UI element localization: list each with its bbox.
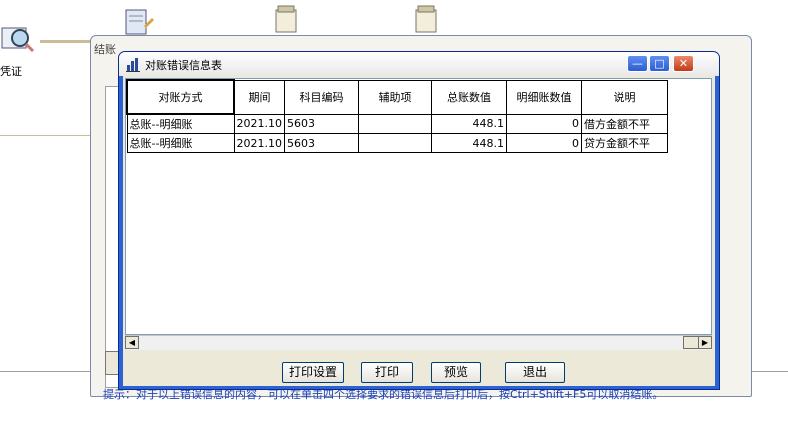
table-cell[interactable]: 448.1 <box>431 133 507 153</box>
table-cell[interactable]: 总账--明细账 <box>126 133 235 153</box>
window-client-area: 对账方式 期间 科目编码 辅助项 总账数值 明细账数值 说明 总账--明细账 2… <box>123 76 715 386</box>
scroll-left-icon[interactable]: ◀ <box>125 336 139 349</box>
voucher-desktop-label: 凭证 <box>0 65 22 78</box>
table-cell[interactable]: 2021.10 <box>233 113 285 134</box>
error-grid[interactable]: 对账方式 期间 科目编码 辅助项 总账数值 明细账数值 说明 总账--明细账 2… <box>125 78 712 335</box>
desktop-baseline <box>0 371 92 372</box>
column-header[interactable]: 总账数值 <box>431 79 507 115</box>
column-header[interactable]: 说明 <box>581 79 668 115</box>
table-cell[interactable]: 448.1 <box>431 113 507 134</box>
voucher-desktop-icon[interactable] <box>0 22 36 52</box>
print-button[interactable]: 打印 <box>361 362 413 383</box>
exit-button[interactable]: 退出 <box>505 362 565 383</box>
header-row: 对账方式 期间 科目编码 辅助项 总账数值 明细账数值 说明 <box>126 79 668 115</box>
table-row[interactable]: 总账--明细账 2021.10 5603 448.1 0 借方金额不平 <box>126 113 668 134</box>
column-header[interactable]: 对账方式 <box>126 79 235 115</box>
archive-desktop-icon[interactable] <box>408 4 444 34</box>
table-cell[interactable]: 0 <box>506 113 582 134</box>
table-cell[interactable]: 贷方金额不平 <box>581 133 668 153</box>
scroll-right-icon[interactable]: ▶ <box>698 336 712 349</box>
closing-dialog-title: 结账 <box>94 43 116 56</box>
print-setup-button[interactable]: 打印设置 <box>282 362 344 383</box>
table-cell[interactable] <box>358 113 432 134</box>
maximize-button[interactable]: □ <box>649 55 670 72</box>
table-cell[interactable]: 2021.10 <box>233 133 285 153</box>
desktop-divider <box>40 40 92 43</box>
column-header[interactable]: 辅助项 <box>358 79 432 115</box>
horizontal-scrollbar[interactable]: ◀ ▶ <box>125 335 712 350</box>
close-button[interactable]: ✕ <box>673 55 694 72</box>
column-header[interactable]: 期间 <box>233 79 285 115</box>
table-cell[interactable]: 5603 <box>284 133 359 153</box>
scroll-thumb[interactable] <box>683 336 699 349</box>
ledger-desktop-icon[interactable] <box>120 6 156 36</box>
chart-icon <box>126 58 140 72</box>
column-header[interactable]: 科目编码 <box>284 79 359 115</box>
desktop-divider-left <box>0 135 92 136</box>
error-table: 对账方式 期间 科目编码 辅助项 总账数值 明细账数值 说明 总账--明细账 2… <box>126 79 668 153</box>
reconciliation-error-window: 对账错误信息表 — □ ✕ 对账方式 期间 科目编码 辅助项 总账数值 明细账数… <box>118 51 720 390</box>
table-cell[interactable]: 5603 <box>284 113 359 134</box>
column-header[interactable]: 明细账数值 <box>506 79 582 115</box>
preview-button[interactable]: 预览 <box>431 362 481 383</box>
window-title: 对账错误信息表 <box>145 59 222 72</box>
table-cell[interactable]: 总账--明细账 <box>126 113 235 134</box>
table-row[interactable]: 总账--明细账 2021.10 5603 448.1 0 贷方金额不平 <box>126 133 668 153</box>
table-cell[interactable]: 0 <box>506 133 582 153</box>
title-bar[interactable]: 对账错误信息表 — □ ✕ <box>119 52 719 76</box>
desktop-baseline-right <box>752 371 788 372</box>
table-cell[interactable]: 借方金额不平 <box>581 113 668 134</box>
button-row: 打印设置 打印 预览 退出 <box>123 362 715 383</box>
table-cell[interactable] <box>358 133 432 153</box>
minimize-button[interactable]: — <box>627 55 648 72</box>
report-desktop-icon[interactable] <box>268 4 304 34</box>
